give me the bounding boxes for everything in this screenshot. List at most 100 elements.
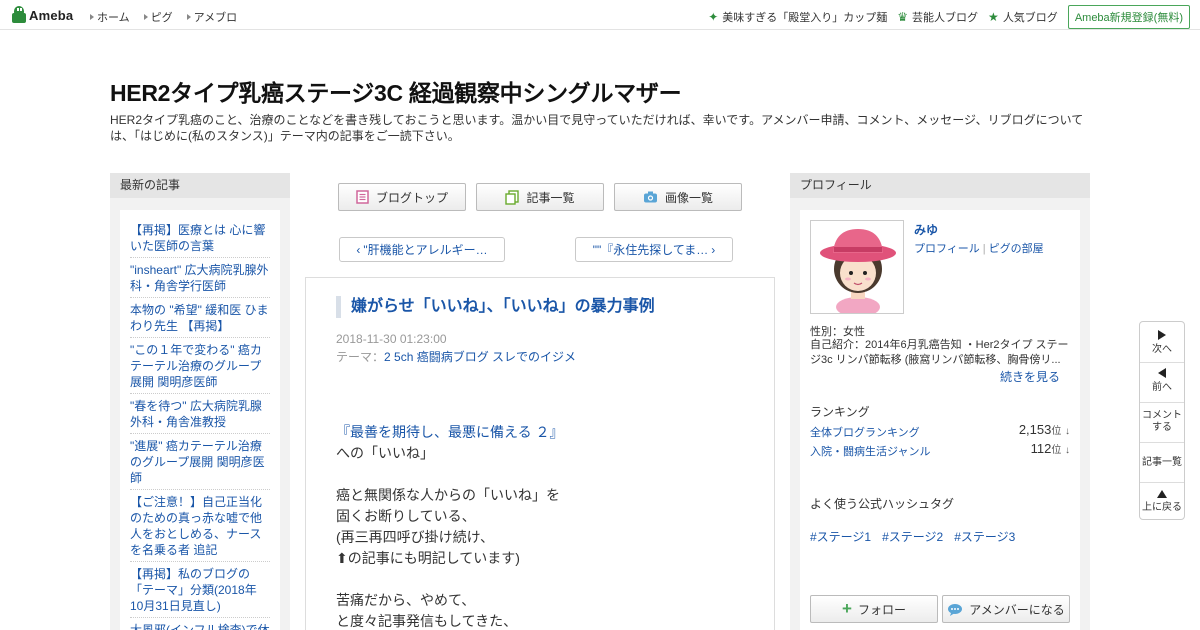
nav-home[interactable]: ホーム xyxy=(90,9,130,25)
profile-name[interactable]: みゆ xyxy=(914,221,938,238)
global-header: Ameba ホーム ピグ アメブロ ✦ 美味すぎる「殿堂入り」カップ麺 ♛ 芸能… xyxy=(0,0,1200,30)
float-top-button[interactable]: 上に戻る xyxy=(1140,490,1184,514)
next-article-label: ""『永住先探してま… xyxy=(592,243,709,257)
ameba-logo-text: Ameba xyxy=(29,7,74,23)
recent-article-link[interactable]: 本物の "希望" 緩和医 ひまわり先生 【再掲】 xyxy=(130,298,270,338)
header-link-celebrity-blog-label: 芸能人ブログ xyxy=(912,12,979,24)
floating-nav: 次へ 前へ コメント する 記事一覧 上に戻る xyxy=(1139,321,1185,520)
ranking-overall-link[interactable]: 全体ブログランキング xyxy=(810,424,920,440)
divider xyxy=(1140,442,1184,443)
image-list-button[interactable]: 画像一覧 xyxy=(614,183,742,211)
profile-links: プロフィール | ピグの部屋 xyxy=(914,240,1044,256)
camera-icon xyxy=(643,191,657,203)
article-blank-line xyxy=(336,569,756,590)
profile-gender: 性別：女性 xyxy=(810,326,865,338)
article-quoted-link[interactable]: 『最善を期待し、最悪に備える ２』 xyxy=(336,422,756,443)
crown-icon: ♛ xyxy=(897,10,909,24)
header-link-cup-noodle[interactable]: ✦ 美味すぎる「殿堂入り」カップ麺 xyxy=(708,9,887,25)
nav-pig-label: ピグ xyxy=(150,12,173,24)
header-link-celebrity-blog[interactable]: ♛ 芸能人ブログ xyxy=(897,9,978,25)
hashtag-heading: よく使う公式ハッシュタグ xyxy=(810,497,955,511)
next-article-button[interactable]: ""『永住先探してま… › xyxy=(575,237,733,262)
signup-button[interactable]: Ameba新規登録(無料) xyxy=(1067,5,1190,29)
recent-article-link[interactable]: "この１年で変わる" 癌カテーテル治療のグループ展開 関明彦医師 xyxy=(130,338,270,394)
float-article-list-label: 記事一覧 xyxy=(1142,457,1182,468)
recent-article-link[interactable]: "進展" 癌カテーテル治療のグループ展開 関明彦医師 xyxy=(130,434,270,490)
ranking-unit: 位 xyxy=(1051,445,1062,456)
hashtag-list: #ステージ1 #ステージ2 #ステージ3 xyxy=(810,528,1015,545)
float-comment-label: コメント xyxy=(1142,410,1182,421)
ameba-logo[interactable]: Ameba xyxy=(12,6,73,24)
article-title[interactable]: 嫌がらせ「いいね」、「いいね」の暴力事例 xyxy=(336,296,655,318)
amember-button[interactable]: アメンバーになる xyxy=(942,595,1070,623)
star-icon: ★ xyxy=(988,10,999,24)
arrow-down-icon: ↓ xyxy=(1065,426,1070,437)
sparkle-icon: ✦ xyxy=(708,10,719,24)
arrow-right-icon xyxy=(143,14,148,20)
documents-icon xyxy=(505,189,520,205)
blog-top-button[interactable]: ブログトップ xyxy=(338,183,466,211)
link-separator: | xyxy=(982,243,986,255)
image-list-label: 画像一覧 xyxy=(664,190,713,205)
float-prev-button[interactable]: 前へ xyxy=(1140,368,1184,394)
float-comment-label-2: する xyxy=(1152,422,1172,433)
avatar[interactable] xyxy=(810,220,904,314)
nav-ameblo[interactable]: アメブロ xyxy=(186,9,237,25)
recent-article-link[interactable]: "春を待つ" 広大病院乳腺外科・角舎准教授 xyxy=(130,394,270,434)
prev-article-label: "肝機能とアレルギー… xyxy=(363,243,488,257)
ranking-value: 112 xyxy=(1030,441,1052,456)
float-comment-button[interactable]: コメント する xyxy=(1140,410,1184,434)
article-line: 癌と無関係な人からの「いいね」を xyxy=(336,487,560,503)
recent-articles-heading: 最新の記事 xyxy=(110,173,290,198)
float-next-button[interactable]: 次へ xyxy=(1140,330,1184,356)
arrow-right-icon xyxy=(186,14,191,20)
ranking-row: 全体ブログランキング 2,153位 ↓ xyxy=(810,422,1070,440)
hashtag-link[interactable]: #ステージ2 xyxy=(882,528,943,545)
article-theme-link[interactable]: 2 5ch 癌闘病ブログ スレでのイジメ xyxy=(384,350,576,364)
profile-link[interactable]: プロフィール xyxy=(914,243,980,255)
prev-article-button[interactable]: ‹ "肝機能とアレルギー… xyxy=(339,237,505,262)
nav-pig[interactable]: ピグ xyxy=(143,9,173,25)
follow-button[interactable]: + フォロー xyxy=(810,595,938,623)
pig-room-link[interactable]: ピグの部屋 xyxy=(989,243,1044,255)
header-link-popular-blog[interactable]: ★ 人気ブログ xyxy=(988,9,1058,25)
blog-top-label: ブログトップ xyxy=(375,190,448,205)
article-list-label: 記事一覧 xyxy=(526,190,575,205)
document-icon xyxy=(356,190,369,204)
play-right-icon xyxy=(1158,330,1166,340)
ranking-genre-link[interactable]: 入院・闘病生活ジャンル xyxy=(810,443,930,459)
hashtag-link[interactable]: #ステージ3 xyxy=(954,528,1015,545)
article-line: 固くお断りしている、 xyxy=(336,508,476,524)
float-article-list-button[interactable]: 記事一覧 xyxy=(1140,457,1184,469)
float-prev-label: 前へ xyxy=(1152,382,1172,393)
article-line: ⬆の記事にも明記しています) xyxy=(336,550,520,566)
plus-icon: + xyxy=(842,599,852,618)
chevron-right-icon: › xyxy=(711,242,716,257)
divider xyxy=(1140,362,1184,363)
article-body: 『最善を期待し、最悪に備える ２』 への「いいね」 癌と無関係な人からの「いいね… xyxy=(336,422,756,630)
chevron-left-icon: ‹ xyxy=(356,242,361,257)
blog-description: HER2タイプ乳癌のこと、治療のことなどを書き残しておこうと思います。温かい目で… xyxy=(110,113,1084,143)
recent-article-link[interactable]: 【再掲】医療とは 心に響いた医師の言葉 xyxy=(130,218,270,258)
arrow-down-icon: ↓ xyxy=(1065,445,1070,456)
recent-article-link[interactable]: 大風邪(インフル検査)で休 xyxy=(130,618,270,630)
recent-article-link[interactable]: "insheart" 広大病院乳腺外科・角舎学行医師 xyxy=(130,258,270,298)
chat-bubble-icon xyxy=(948,603,963,616)
avatar-image xyxy=(811,221,903,313)
ranking-overall-value: 2,153位 ↓ xyxy=(1019,422,1070,437)
ranking-genre-value: 112位 ↓ xyxy=(1031,441,1070,456)
profile-read-more-link[interactable]: 続きを見る xyxy=(1000,368,1060,385)
float-top-label: 上に戻る xyxy=(1142,502,1182,513)
ranking-unit: 位 xyxy=(1051,426,1062,437)
article-date: 2018-11-30 01:23:00 xyxy=(336,332,447,346)
blog-title[interactable]: HER2タイプ乳癌ステージ3C 経過観察中シングルマザー xyxy=(110,74,682,108)
article-list-button[interactable]: 記事一覧 xyxy=(476,183,604,211)
recent-article-link[interactable]: 【再掲】私のブログの「テーマ」分類(2018年10月31日見直し) xyxy=(130,562,270,618)
divider xyxy=(1140,482,1184,483)
article: 嫌がらせ「いいね」、「いいね」の暴力事例 2018-11-30 01:23:00… xyxy=(305,277,775,630)
profile-heading: プロフィール xyxy=(790,173,1090,198)
ranking-row: 入院・闘病生活ジャンル 112位 ↓ xyxy=(810,441,1070,459)
arrow-up-icon xyxy=(1157,490,1167,498)
recent-article-link[interactable]: 【ご注意！】自己正当化のための真っ赤な嘘で他人をおとしめる、ナースを名乗る者 追… xyxy=(130,490,270,562)
hashtag-link[interactable]: #ステージ1 xyxy=(810,528,871,545)
